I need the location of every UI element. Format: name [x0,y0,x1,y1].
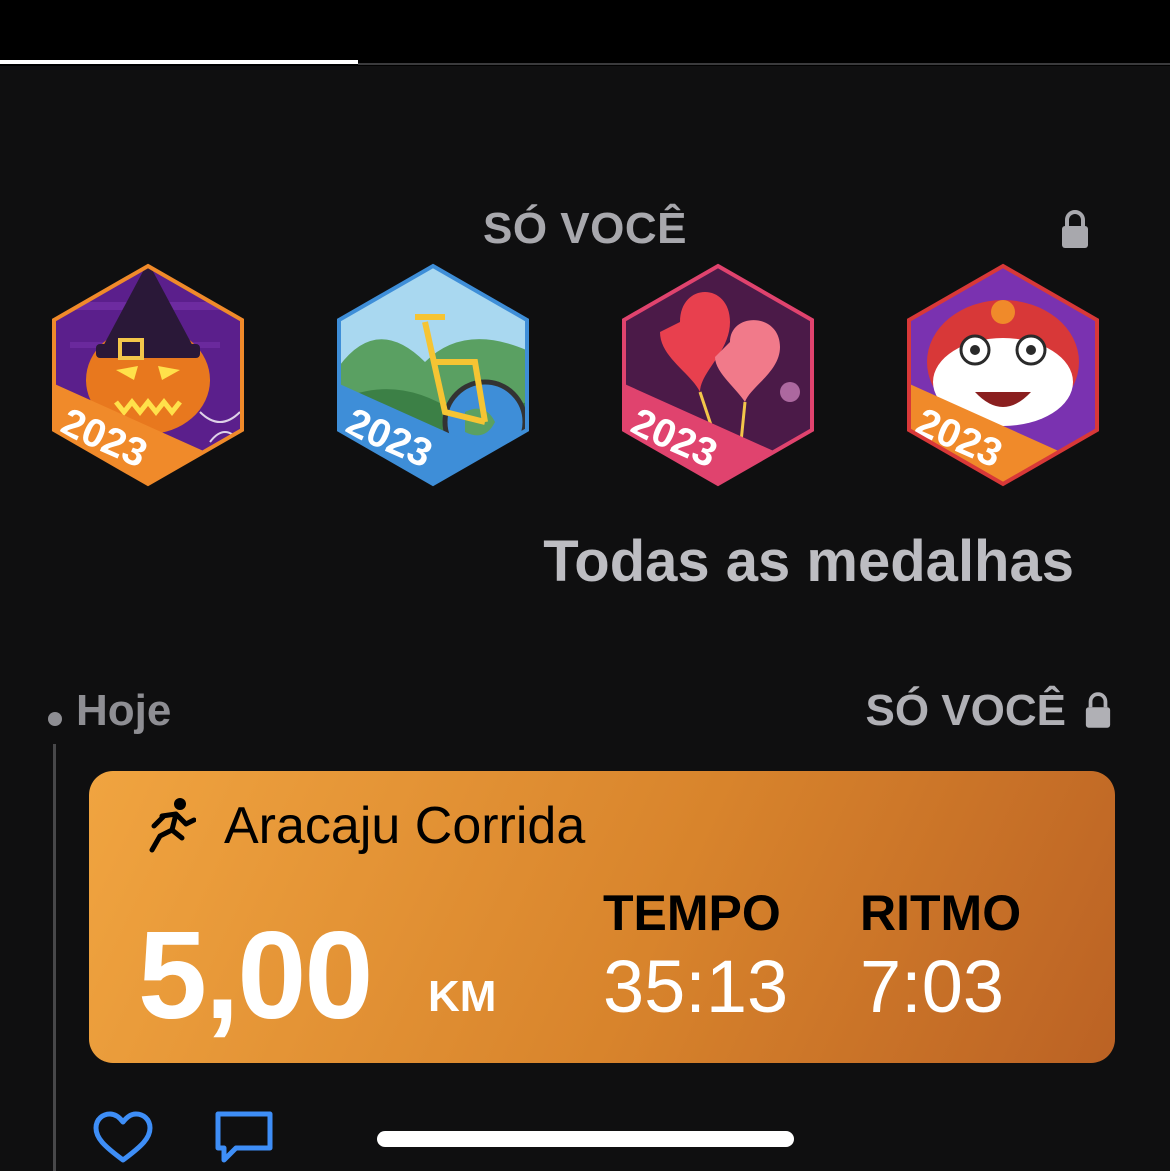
time-value: 35:13 [603,945,789,1028]
all-medals-link[interactable]: Todas as medalhas [543,528,1074,595]
halloween-2023-medal[interactable]: 2023 [50,262,246,488]
timeline-dot [48,712,62,726]
lock-icon [1062,210,1088,248]
active-tab-indicator [0,60,358,64]
tab-bar-divider [358,63,1170,65]
top-tab-bar [0,0,1170,66]
timeline-line [53,744,56,1171]
distance-unit: KM [428,972,497,1021]
lock-icon [1085,692,1111,728]
running-icon [149,798,196,853]
bike-2023-medal[interactable]: 2023 [335,262,531,488]
comment-icon[interactable] [214,1110,274,1164]
activity-privacy-label: SÓ VOCÊ [865,686,1067,735]
pace-label: RITMO [860,885,1022,941]
pace-value: 7:03 [860,945,1005,1028]
valentines-2023-medal[interactable]: 2023 [620,262,816,488]
home-indicator [377,1131,794,1147]
activity-title: Aracaju Corrida [224,797,586,855]
medals-privacy-label: SÓ VOCÊ [483,204,687,253]
date-label: Hoje [76,686,172,735]
lunar-new-year-2023-medal[interactable]: 2023 [905,262,1101,488]
time-label: TEMPO [603,885,781,941]
heart-icon[interactable] [92,1110,154,1166]
distance-value: 5,00 [138,907,373,1045]
